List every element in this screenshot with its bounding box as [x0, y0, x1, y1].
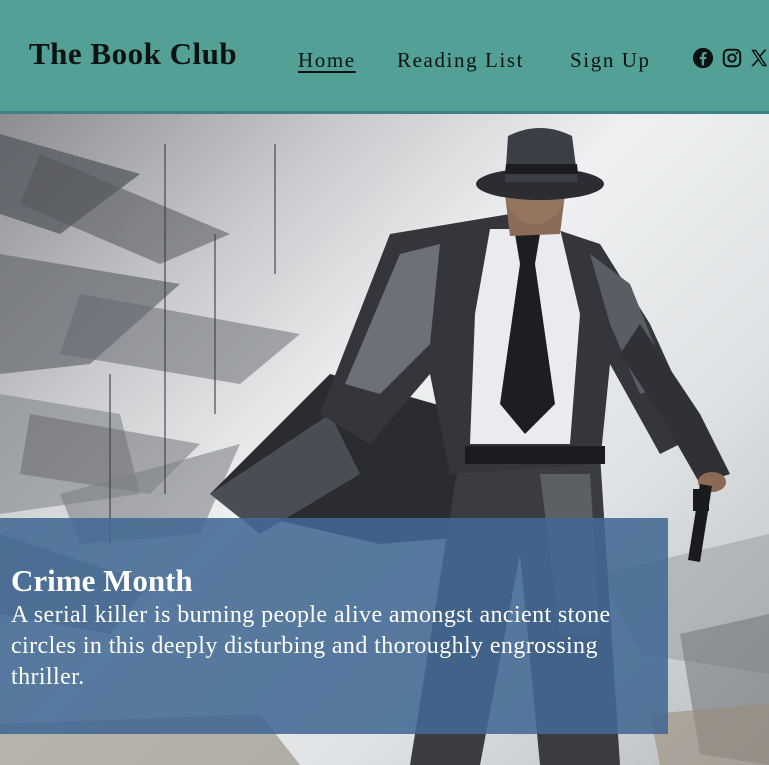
feature-title: Crime Month — [11, 563, 193, 598]
site-title[interactable]: The Book Club — [29, 36, 237, 72]
feature-panel: Crime Month A serial killer is burning p… — [0, 518, 668, 734]
nav-sign-up[interactable]: Sign Up — [570, 48, 651, 73]
nav-reading-list[interactable]: Reading List — [397, 48, 524, 73]
facebook-icon[interactable] — [692, 47, 714, 69]
x-icon[interactable] — [748, 47, 769, 69]
site-header: The Book Club Home Reading List Sign Up — [0, 0, 769, 114]
instagram-icon[interactable] — [721, 47, 743, 69]
feature-description: A serial killer is burning people alive … — [11, 602, 611, 690]
hero-image: Crime Month A serial killer is burning p… — [0, 114, 769, 765]
nav-home[interactable]: Home — [298, 48, 356, 73]
